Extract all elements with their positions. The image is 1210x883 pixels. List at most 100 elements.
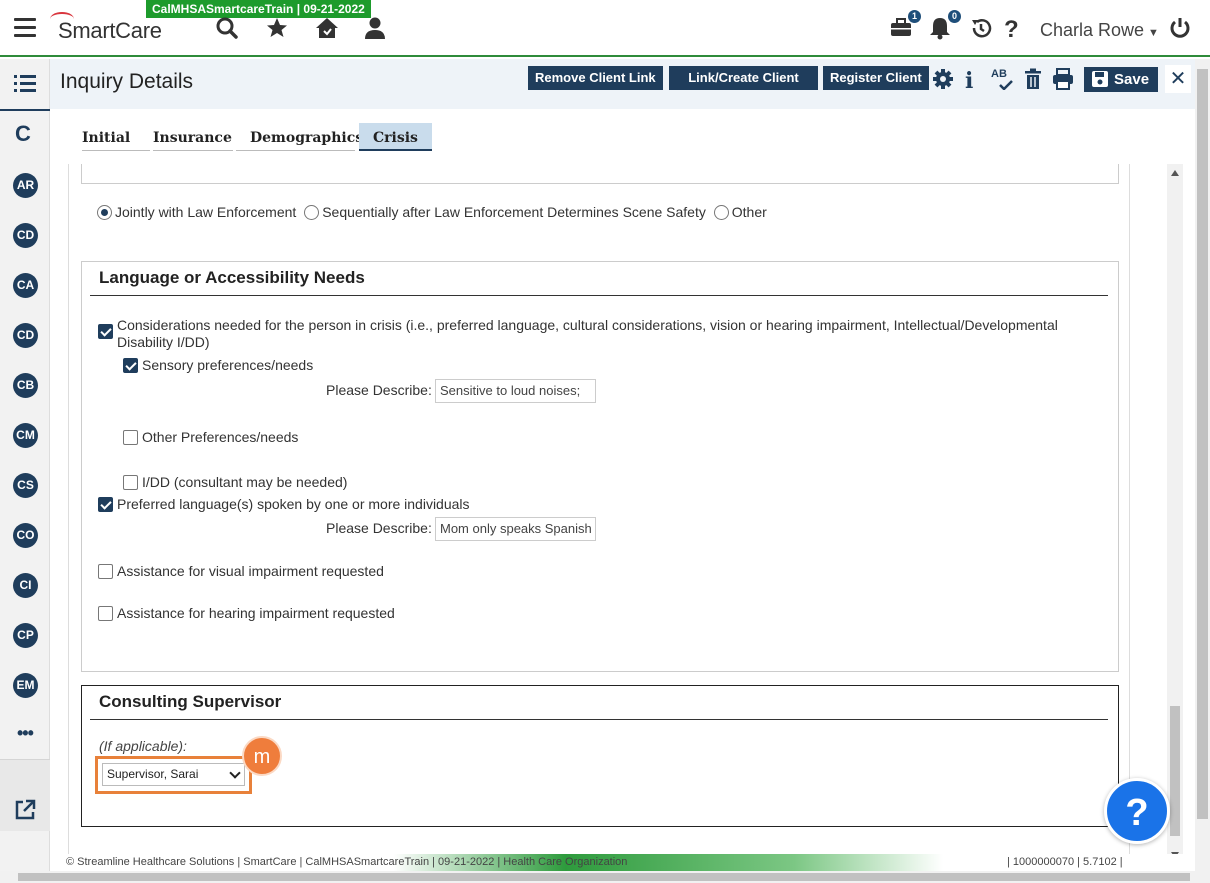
supervisor-select[interactable]: Supervisor, Sarai [102, 763, 245, 786]
sensory-checkbox[interactable] [123, 358, 138, 373]
language-describe-label: Please Describe: [326, 520, 432, 536]
tab-initial-label: Initial [82, 130, 131, 146]
search-icon[interactable] [215, 16, 241, 42]
highlight-box: Supervisor, Sarai [95, 756, 252, 794]
tab-initial[interactable]: Initial [82, 123, 150, 151]
idd-checkbox[interactable] [123, 475, 138, 490]
more-icon[interactable]: ••• [17, 723, 34, 744]
home-icon[interactable] [314, 16, 340, 42]
scrollbar-thumb[interactable] [1170, 706, 1180, 836]
scroll-up-arrow-icon[interactable] [1171, 170, 1179, 176]
tab-bar: Initial Insurance Demographics Crisis [50, 109, 1195, 164]
briefcase-icon[interactable]: 1 [889, 10, 921, 42]
client-circle-cp[interactable]: CP [13, 623, 38, 648]
tab-insurance[interactable]: Insurance [153, 123, 233, 151]
visual-impairment-checkbox-row[interactable]: Assistance for visual impairment request… [98, 563, 384, 580]
page-title: Inquiry Details [60, 70, 194, 93]
help-button[interactable]: ? [1104, 778, 1170, 844]
remove-client-link-button[interactable]: Remove Client Link [528, 66, 663, 90]
radio-other-label: Other [731, 204, 767, 220]
if-applicable-label: (If applicable): [99, 738, 187, 754]
horizontal-scrollbar[interactable] [0, 871, 1210, 883]
sensory-checkbox-row[interactable]: Sensory preferences/needs [123, 357, 313, 374]
considerations-label: Considerations needed for the person in … [117, 317, 1058, 350]
star-icon[interactable] [265, 16, 291, 42]
language-accessibility-section: Language or Accessibility Needs Consider… [81, 261, 1119, 672]
language-describe-input[interactable]: Mom only speaks Spanish [435, 517, 596, 541]
radio-jointly-label: Jointly with Law Enforcement [115, 204, 297, 220]
info-icon[interactable]: i [965, 68, 987, 94]
user-icon[interactable] [364, 16, 390, 42]
client-circle-em[interactable]: EM [13, 673, 38, 698]
trash-icon[interactable] [1023, 68, 1045, 90]
section-title: Language or Accessibility Needs [99, 268, 365, 287]
footer-right-text: | 1000000070 | 5.7102 | [1007, 856, 1123, 868]
considerations-checkbox[interactable] [98, 324, 113, 339]
bell-badge: 0 [948, 10, 961, 23]
sensory-describe-input[interactable]: Sensitive to loud noises; [435, 379, 596, 403]
client-search-c-icon[interactable]: C [15, 121, 31, 147]
user-name-label: Charla Rowe [1040, 20, 1145, 40]
client-circle-cd-2[interactable]: CD [13, 323, 38, 348]
client-circle-cs[interactable]: CS [13, 473, 38, 498]
radio-other[interactable]: Other [713, 204, 767, 220]
section-divider [90, 295, 1108, 296]
section-title: Consulting Supervisor [99, 692, 282, 711]
print-icon[interactable] [1052, 68, 1074, 90]
left-sidebar: C AR CD CA CD CB CM CS CO CI CP EM ••• [0, 59, 50, 883]
footer-left-text: © Streamline Healthcare Solutions | Smar… [66, 856, 628, 868]
tab-insurance-label: Insurance [153, 130, 232, 146]
briefcase-badge: 1 [908, 10, 921, 23]
hearing-impairment-checkbox[interactable] [98, 606, 113, 621]
radio-button[interactable] [304, 205, 320, 220]
close-icon[interactable]: ✕ [1165, 65, 1191, 93]
radio-sequentially-after-law-enforcement[interactable]: Sequentially after Law Enforcement Deter… [304, 204, 706, 220]
power-icon[interactable] [1168, 16, 1194, 42]
register-client-button[interactable]: Register Client [823, 66, 929, 90]
external-link-icon[interactable] [14, 799, 36, 821]
client-circle-ci[interactable]: CI [13, 573, 38, 598]
radio-jointly-law-enforcement[interactable]: Jointly with Law Enforcement [97, 204, 296, 220]
floppy-disk-icon [1092, 71, 1108, 87]
bell-icon[interactable]: 0 [929, 10, 961, 42]
page-scrollbar-thumb[interactable] [1197, 69, 1208, 819]
user-menu[interactable]: Charla Rowe ▼ [1040, 20, 1159, 41]
page-vertical-scrollbar[interactable] [1195, 59, 1210, 871]
sensory-label: Sensory preferences/needs [142, 357, 314, 373]
hamburger-menu-icon[interactable] [14, 18, 36, 38]
gear-icon[interactable] [932, 68, 954, 90]
tab-crisis[interactable]: Crisis [359, 123, 432, 151]
preferred-language-checkbox[interactable] [98, 497, 113, 512]
other-preferences-checkbox-row[interactable]: Other Preferences/needs [123, 429, 298, 446]
spell-check-icon[interactable]: AB [991, 68, 1013, 90]
idd-checkbox-row[interactable]: I/DD (consultant may be needed) [123, 474, 347, 491]
help-question-icon[interactable]: ? [1004, 16, 1030, 43]
smartcare-logo[interactable]: SmartCare [50, 12, 162, 44]
horizontal-scrollbar-thumb[interactable] [18, 873, 1190, 881]
top-navigation-bar: SmartCare CalMHSASmartcareTrain | 09-21-… [0, 0, 1210, 57]
hearing-impairment-checkbox-row[interactable]: Assistance for hearing impairment reques… [98, 605, 395, 622]
considerations-checkbox-row[interactable]: Considerations needed for the person in … [98, 317, 1088, 351]
link-create-client-button[interactable]: Link/Create Client [669, 66, 818, 90]
content-vertical-scrollbar[interactable] [1167, 164, 1183, 864]
crisis-tab-content: Jointly with Law Enforcement Sequentiall… [68, 164, 1130, 854]
client-circle-cd-1[interactable]: CD [13, 223, 38, 248]
spell-check-label: AB [991, 68, 1007, 80]
preferred-language-checkbox-row[interactable]: Preferred language(s) spoken by one or m… [98, 496, 470, 513]
supervisor-selected-value: Supervisor, Sarai [107, 767, 199, 781]
radio-button[interactable] [713, 205, 729, 220]
history-icon[interactable] [969, 16, 995, 42]
radio-button-selected[interactable] [97, 205, 112, 220]
client-circle-cm[interactable]: CM [13, 423, 38, 448]
client-circle-ar[interactable]: AR [13, 173, 38, 198]
hearing-impairment-label: Assistance for hearing impairment reques… [117, 605, 395, 621]
other-preferences-checkbox[interactable] [123, 430, 138, 445]
caret-down-icon: ▼ [1148, 27, 1159, 39]
client-circle-ca[interactable]: CA [13, 273, 38, 298]
client-circle-cb[interactable]: CB [13, 373, 38, 398]
visual-impairment-checkbox[interactable] [98, 564, 113, 579]
save-button[interactable]: Save [1084, 67, 1158, 92]
list-icon[interactable] [14, 75, 36, 93]
tab-demographics[interactable]: Demographics [236, 123, 363, 151]
client-circle-co[interactable]: CO [13, 523, 38, 548]
